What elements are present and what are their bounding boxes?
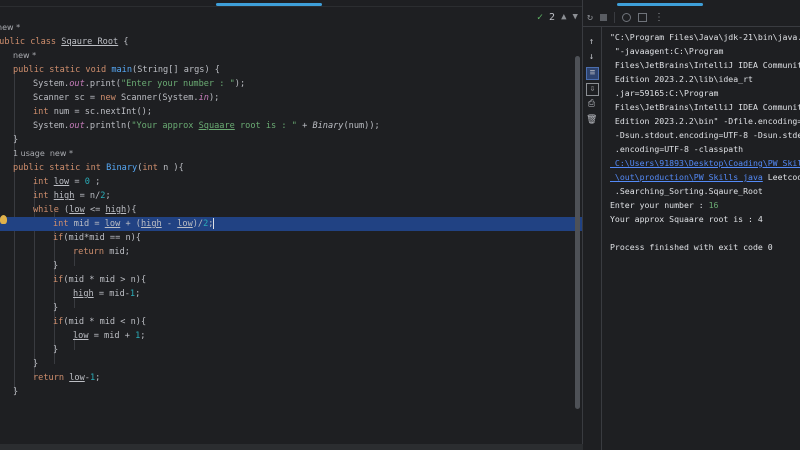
code-line[interactable]: } (13, 133, 582, 147)
console-line: Edition 2023.2.2\lib\idea_rt (610, 74, 753, 84)
soft-wrap-icon[interactable]: ≡ (586, 67, 599, 80)
trash-icon[interactable]: 🗑 (586, 115, 597, 126)
code-line[interactable]: } (53, 343, 582, 357)
code-line[interactable]: return mid; (73, 245, 582, 259)
code-line[interactable]: if(mid*mid == n){ (53, 231, 582, 245)
code-line[interactable]: int high = n/2; (33, 189, 582, 203)
active-tab-indicator (216, 3, 322, 6)
run-tool-window: ↻ ⋮ ↑ ↓ ≡ ⇩ ⎙ 🗑 "C:\Program Files\Java\j… (583, 0, 800, 450)
code-line[interactable]: } (53, 301, 582, 315)
arrow-down-icon[interactable]: ↓ (586, 52, 597, 63)
console-line: "C:\Program Files\Java\jdk-21\bin\java.e… (610, 32, 800, 42)
code-line[interactable]: } (33, 357, 582, 371)
code-hint[interactable]: new * (13, 49, 582, 63)
code-line[interactable]: public class Sqaure_Root { (0, 35, 576, 49)
indent-guide (14, 70, 15, 392)
code-line[interactable]: public static void main(String[] args) { (13, 63, 582, 77)
code-line-current[interactable]: int mid = low + (high - low)/2; (0, 217, 582, 231)
console-line: .Searching_Sorting.Sqaure_Root (610, 186, 763, 196)
code-line[interactable]: Scanner sc = new Scanner(System.in); (33, 91, 582, 105)
console-line: Your approx Squaare root is : 4 (610, 214, 763, 224)
more-options-icon[interactable]: ⋮ (654, 12, 664, 23)
code-line[interactable]: public static int Binary(int n ){ (13, 161, 582, 175)
console-line: Enter your number : 16 (610, 200, 719, 210)
console-side-divider (601, 27, 602, 450)
expand-icon[interactable] (638, 12, 648, 22)
run-toolbar: ↻ ⋮ (583, 9, 800, 25)
run-toolbar-divider (583, 26, 800, 27)
code-line[interactable]: } (13, 385, 582, 399)
editor-tab-divider (0, 6, 582, 7)
rerun-icon[interactable]: ↻ (587, 12, 593, 23)
classpath-link[interactable]: C:\Users\91893\Desktop\Coading\PW_Skills (610, 156, 800, 170)
code-line[interactable]: if(mid * mid < n){ (53, 315, 582, 329)
console-line: Edition 2023.2.2\bin" -Dfile.encoding=UT… (614, 116, 800, 126)
console-line: Files\JetBrains\IntelliJ IDEA Community (610, 102, 800, 112)
run-tab-indicator (617, 3, 703, 6)
code-line[interactable]: int low = 0 ; (33, 175, 582, 189)
stop-icon[interactable] (600, 13, 608, 21)
code-hint[interactable]: new * (0, 21, 579, 35)
editor-scrollbar[interactable] (575, 56, 580, 409)
console-line: -Dsun.stdout.encoding=UTF-8 -Dsun.stderr (610, 130, 800, 140)
console-line: .jar=59165:C:\Program (610, 88, 719, 98)
toolbar-separator (614, 11, 616, 23)
code-line[interactable]: high = mid-1; (73, 287, 582, 301)
code-editor[interactable]: ✓ 2 ▲ ▼ new * public class Sqaure_Root {… (0, 0, 582, 444)
code-line[interactable]: return low-1; (33, 371, 582, 385)
code-line[interactable]: int num = sc.nextInt(); (33, 105, 582, 119)
text-caret (213, 218, 215, 229)
user-input: 16 (708, 200, 719, 210)
console-line: "-javaagent:C:\Program (610, 46, 724, 56)
code-line[interactable]: while (low <= high){ (33, 203, 582, 217)
code-line[interactable]: System.out.println("Your approx Squaare … (33, 119, 582, 133)
lightbulb-icon[interactable] (0, 215, 7, 224)
scroll-to-end-icon[interactable]: ⇩ (586, 83, 599, 96)
code-line[interactable]: low = mid + 1; (73, 329, 582, 343)
console-line: \out\production\PW_Skills_java Leetcode (610, 172, 800, 182)
code-line[interactable]: System.out.print("Enter your number : ")… (33, 77, 582, 91)
code-line[interactable]: if(mid * mid > n){ (53, 273, 582, 287)
code-line[interactable]: } (53, 259, 582, 273)
console-line: Files\JetBrains\IntelliJ IDEA Community (610, 60, 800, 70)
console-line: Process finished with exit code 0 (610, 242, 773, 252)
classpath-link[interactable]: \out\production\PW_Skills_java (610, 172, 763, 182)
arrow-up-icon[interactable]: ↑ (586, 37, 597, 48)
code-hint[interactable]: 1 usage new * (13, 147, 582, 161)
camera-icon[interactable] (622, 12, 632, 22)
console-line: .encoding=UTF-8 -classpath (610, 144, 744, 154)
status-bar (0, 444, 600, 450)
print-icon[interactable]: ⎙ (586, 99, 597, 110)
